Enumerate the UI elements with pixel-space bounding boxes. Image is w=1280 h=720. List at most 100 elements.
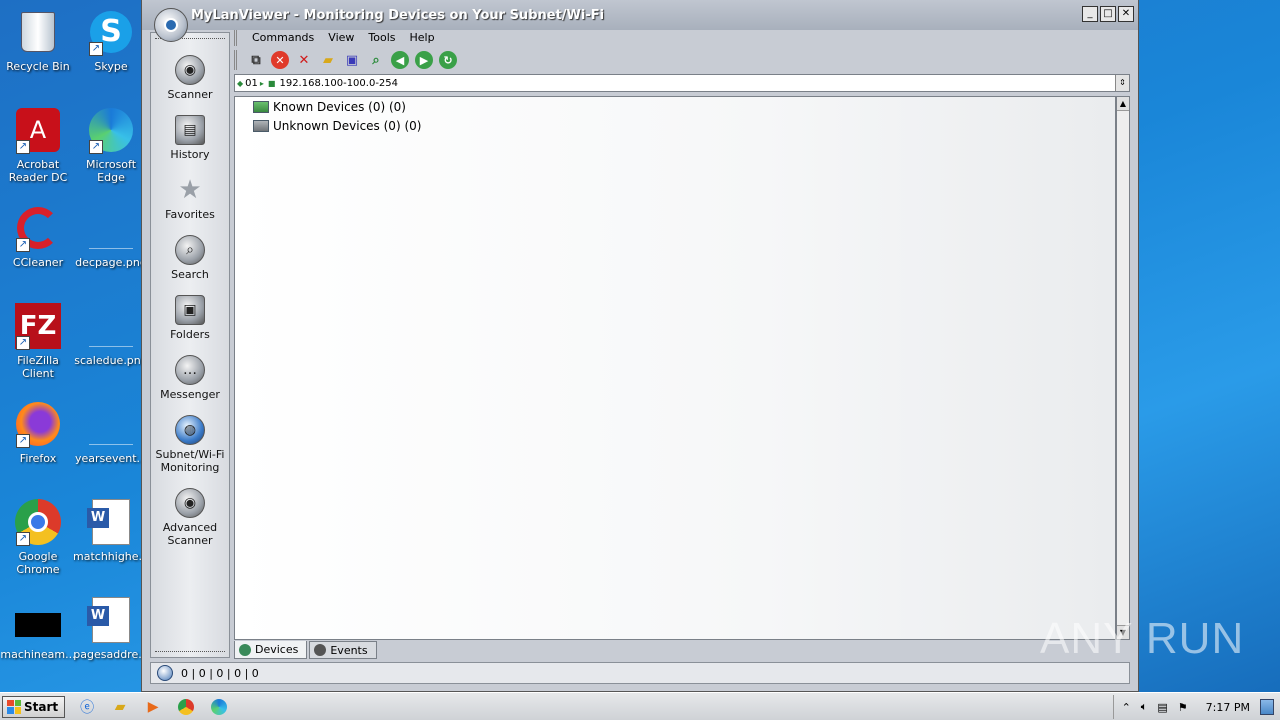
delete-button[interactable]: ✕ [295, 51, 313, 69]
media-player-icon[interactable]: ▶ [142, 696, 164, 718]
minimize-button[interactable]: _ [1082, 6, 1098, 22]
close-button[interactable]: ✕ [1118, 6, 1134, 22]
folders-icon: ▣ [175, 295, 205, 325]
file-explorer-icon[interactable]: ▰ [109, 696, 131, 718]
show-desktop-button[interactable] [1260, 699, 1274, 715]
title-bar[interactable]: MyLanViewer - Monitoring Devices on Your… [142, 0, 1138, 42]
save-button[interactable]: ▣ [343, 51, 361, 69]
advanced-scanner-icon: ◉ [175, 488, 205, 518]
menu-commands[interactable]: Commands [245, 30, 321, 46]
find-button[interactable]: ⌕ [367, 51, 385, 69]
window-title: MyLanViewer - Monitoring Devices on Your… [191, 8, 605, 23]
internet-explorer-icon[interactable]: ⓔ [76, 696, 98, 718]
tree-item-known-devices[interactable]: Known Devices (0) (0) [253, 100, 406, 114]
desktop-icon-pagesaddre[interactable]: W pagesaddre... [73, 596, 149, 661]
desktop-icon-filezilla[interactable]: FZ ↗ FileZilla Client [0, 302, 76, 380]
subnet-address-bar[interactable]: ◆ 01 ▸ ■ 192.168.100-100.0-254 ⇕ [234, 74, 1130, 92]
acrobat-icon: A ↗ [14, 106, 62, 154]
chrome-taskbar-icon[interactable] [175, 696, 197, 718]
sidebar-item-messenger[interactable]: … Messenger [151, 355, 229, 401]
sidebar: ◉ Scanner ▤ History ★ Favorites ⌕ Search… [150, 32, 230, 658]
flag-icon[interactable]: ⚑ [1178, 701, 1188, 714]
desktop-icon-acrobat[interactable]: A ↗ Acrobat Reader DC [0, 106, 76, 184]
history-icon: ▤ [175, 115, 205, 145]
star-icon: ★ [178, 174, 202, 205]
search-icon: ⌕ [175, 235, 205, 265]
forward-button[interactable]: ▶ [415, 51, 433, 69]
vertical-scrollbar[interactable]: ▲ ▼ [1116, 96, 1130, 640]
watermark: ANY RUN [1040, 614, 1245, 663]
volume-icon[interactable]: 🔈︎ [1141, 700, 1148, 714]
desktop-icon-yearsevent[interactable]: yearsevent... [73, 400, 149, 465]
subnet-range: 192.168.100-100.0-254 [279, 77, 399, 89]
sidebar-item-advanced-scanner[interactable]: ◉ Advanced Scanner [151, 488, 229, 547]
tab-events[interactable]: Events [309, 641, 377, 659]
recycle-bin-icon [14, 8, 62, 56]
back-button[interactable]: ◀ [391, 51, 409, 69]
unknown-devices-icon [253, 120, 269, 132]
file-icon [87, 400, 135, 448]
desktop-icon-chrome[interactable]: ↗ Google Chrome [0, 498, 76, 576]
tab-devices[interactable]: Devices [234, 641, 308, 659]
green-square-icon: ■ [267, 78, 276, 88]
status-icon [157, 665, 173, 681]
stop-button[interactable]: ✕ [271, 51, 289, 69]
word-doc-icon: W [87, 498, 135, 546]
messenger-icon: … [175, 355, 205, 385]
sidebar-divider [155, 651, 225, 652]
menu-help[interactable]: Help [403, 30, 442, 46]
desktop-icon-firefox[interactable]: ↗ Firefox [0, 400, 76, 465]
bottom-tabs: Devices Events [234, 641, 377, 659]
scroll-up-button[interactable]: ▲ [1117, 97, 1129, 111]
devices-tree: Known Devices (0) (0) Unknown Devices (0… [234, 96, 1116, 640]
system-tray: ⌃ 🔈︎ ▤ ⚑ 7:17 PM [1112, 695, 1280, 719]
globe-icon: ◍ [175, 415, 205, 445]
edge-taskbar-icon[interactable] [208, 696, 230, 718]
tree-item-unknown-devices[interactable]: Unknown Devices (0) (0) [253, 119, 421, 133]
sidebar-item-history[interactable]: ▤ History [151, 115, 229, 161]
png-file-icon [87, 302, 135, 350]
windows-logo-icon [7, 699, 21, 714]
maximize-button[interactable]: □ [1100, 6, 1116, 22]
taskbar: Start ⓔ ▰ ▶ ⌃ 🔈︎ ▤ ⚑ 7:17 PM [0, 692, 1280, 720]
ccleaner-icon: ↗ [14, 204, 62, 252]
skype-icon: S ↗ [87, 8, 135, 56]
refresh-button[interactable]: ↻ [439, 51, 457, 69]
toolbar: ⧉ ✕ ✕ ▰ ▣ ⌕ ◀ ▶ ↻ [234, 50, 457, 70]
edge-icon: ↗ [87, 106, 135, 154]
clock[interactable]: 7:17 PM [1206, 701, 1250, 714]
scanner-icon: ◉ [175, 55, 205, 85]
subnet-prefix: 01 [245, 77, 258, 89]
menu-view[interactable]: View [321, 30, 361, 46]
desktop-icon-scaledue[interactable]: scaledue.png [73, 302, 149, 367]
sidebar-item-scanner[interactable]: ◉ Scanner [151, 55, 229, 101]
black-file-icon [14, 596, 62, 644]
sidebar-item-favorites[interactable]: ★ Favorites [151, 174, 229, 222]
tray-expand-icon[interactable]: ⌃ [1122, 701, 1131, 714]
start-button[interactable]: Start [2, 695, 66, 718]
desktop-icon-skype[interactable]: S ↗ Skype [73, 8, 149, 73]
status-counts: 0 | 0 | 0 | 0 | 0 [181, 666, 259, 680]
sidebar-item-folders[interactable]: ▣ Folders [151, 295, 229, 341]
sidebar-item-subnet-monitoring[interactable]: ◍ Subnet/Wi-Fi Monitoring [151, 415, 229, 474]
desktop-icon-decpage[interactable]: decpage.png [73, 204, 149, 269]
status-bar: 0 | 0 | 0 | 0 | 0 [150, 662, 1130, 684]
green-arrow-icon: ▸ [259, 78, 264, 88]
events-tab-icon [314, 644, 327, 656]
desktop-icon-recycle-bin[interactable]: Recycle Bin [0, 8, 76, 73]
word-doc-icon: W [87, 596, 135, 644]
sidebar-item-search[interactable]: ⌕ Search [151, 235, 229, 281]
scan-button[interactable]: ⧉ [247, 51, 265, 69]
menu-tools[interactable]: Tools [361, 30, 402, 46]
network-icon[interactable]: ▤ [1157, 701, 1167, 714]
desktop-icon-ccleaner[interactable]: ↗ CCleaner [0, 204, 76, 269]
desktop-icon-machineam[interactable]: machineam... [0, 596, 76, 661]
menu-bar: Commands View Tools Help [234, 30, 442, 46]
open-folder-button[interactable]: ▰ [319, 51, 337, 69]
address-dropdown-button[interactable]: ⇕ [1115, 75, 1129, 91]
desktop-icon-edge[interactable]: ↗ Microsoft Edge [73, 106, 149, 184]
firefox-icon: ↗ [14, 400, 62, 448]
app-logo-icon[interactable] [154, 8, 188, 42]
known-devices-icon [253, 101, 269, 113]
desktop-icon-matchhighe[interactable]: W matchhighe... [73, 498, 149, 563]
